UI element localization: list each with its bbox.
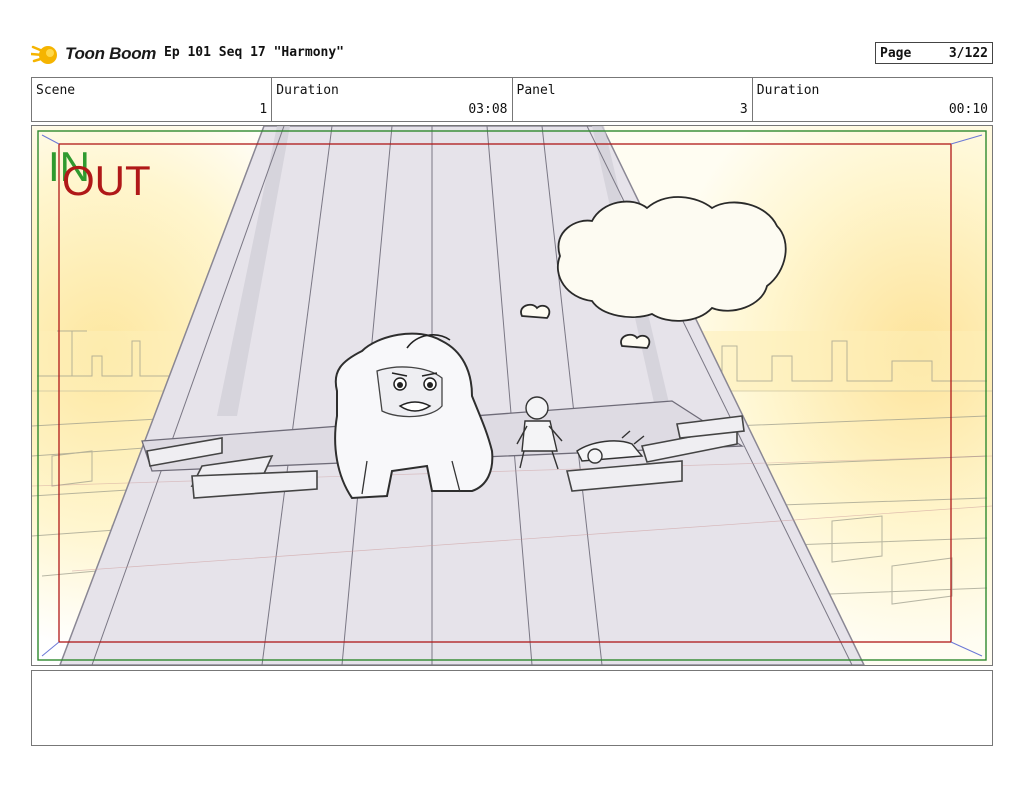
toon-boom-logo: Toon Boom	[31, 40, 156, 68]
panel-info-row: Scene 1 Duration 03:08 Panel 3 Duration …	[31, 77, 993, 122]
scene-label: Scene	[36, 83, 76, 98]
panel-label: Panel	[516, 83, 556, 98]
scene-value: 1	[259, 102, 268, 117]
scene-duration-cell: Duration 03:08	[272, 78, 513, 121]
toon-boom-burst-icon	[31, 45, 57, 64]
episode-title: Ep 101 Seq 17 "Harmony"	[164, 45, 345, 60]
page-label: Page	[880, 45, 912, 61]
panel-notes[interactable]	[31, 670, 993, 746]
out-frame-label: OUT	[62, 157, 151, 204]
storyboard-panel: IN OUT	[31, 125, 993, 666]
scene-cell: Scene 1	[32, 78, 273, 121]
storyboard-header: Toon Boom Ep 101 Seq 17 "Harmony" Page 3…	[31, 40, 993, 70]
scene-duration-label: Duration	[276, 83, 339, 98]
panel-duration-cell: Duration 00:10	[753, 78, 992, 121]
panel-value: 3	[739, 102, 748, 117]
panel-duration-label: Duration	[756, 83, 820, 98]
page-value: 3/122	[948, 45, 988, 61]
panel-duration-value: 00:10	[948, 102, 988, 117]
page-counter: Page 3/122	[875, 42, 993, 64]
panel-cell: Panel 3	[513, 78, 753, 121]
scene-duration-value: 03:08	[468, 102, 508, 117]
logo-text: Toon Boom	[65, 44, 157, 63]
panel-sketch	[32, 126, 992, 665]
